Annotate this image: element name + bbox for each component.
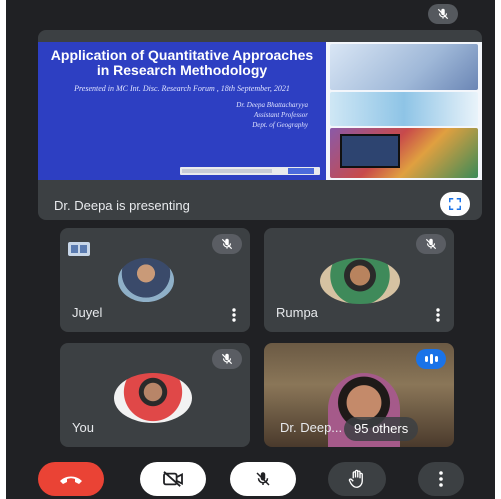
mic-toggle-button[interactable] <box>230 462 296 496</box>
slide-text-panel: Application of Quantitative Approaches i… <box>38 42 326 180</box>
slide-title: Application of Quantitative Approaches i… <box>50 47 314 78</box>
end-call-button[interactable] <box>38 462 104 496</box>
presentation-tile[interactable]: Application of Quantitative Approaches i… <box>38 30 482 220</box>
speaking-indicator <box>416 349 446 369</box>
avatar <box>320 258 400 304</box>
fullscreen-button[interactable] <box>440 192 470 216</box>
more-options-button[interactable] <box>418 462 464 496</box>
shared-slide: Application of Quantitative Approaches i… <box>38 42 482 180</box>
slide-share-bar <box>180 167 320 175</box>
raise-hand-icon <box>348 469 363 488</box>
mic-off-icon <box>221 353 233 365</box>
participant-name: You <box>72 420 94 435</box>
participant-tile-juyel[interactable]: Juyel <box>60 228 250 332</box>
audio-bar <box>434 356 438 362</box>
participant-name: Rumpa <box>276 305 318 320</box>
others-count-badge[interactable]: 95 others <box>344 417 419 441</box>
participant-tile-you[interactable]: You <box>60 343 250 447</box>
fullscreen-icon <box>449 198 461 210</box>
audio-bar <box>424 356 428 362</box>
camera-off-icon <box>163 471 183 487</box>
phone-hangup-icon <box>60 476 82 484</box>
raise-hand-button[interactable] <box>328 462 386 496</box>
participant-name: Juyel <box>72 305 103 320</box>
presenting-label: Dr. Deepa is presenting <box>54 198 190 213</box>
meet-screen: Application of Quantitative Approaches i… <box>6 0 495 499</box>
mic-off-icon <box>425 238 437 250</box>
mic-off-icon <box>437 8 449 20</box>
slide-image-analysis <box>330 44 478 90</box>
slide-author-role: Assistant Professor <box>254 111 308 119</box>
slide-image-map <box>330 128 478 178</box>
avatar <box>118 258 174 302</box>
slide-author-dept: Dept. of Geography <box>252 121 308 129</box>
mic-off-badge <box>212 349 242 369</box>
participant-tile-rumpa[interactable]: Rumpa <box>264 228 454 332</box>
more-vert-icon <box>439 471 443 487</box>
slide-subtitle: Presented in MC Int. Disc. Research Foru… <box>74 84 290 93</box>
top-mic-off-badge <box>428 4 458 24</box>
slide-images <box>326 42 482 180</box>
more-vert-icon[interactable] <box>232 308 236 322</box>
participant-name: Dr. Deep... <box>280 420 343 435</box>
slide-author-name: Dr. Deepa Bhattacharyya <box>236 101 308 109</box>
avatar <box>114 373 192 423</box>
camera-toggle-button[interactable] <box>140 462 206 496</box>
mic-off-icon <box>221 238 233 250</box>
participant-tile-dr-deepa[interactable]: Dr. Deep... 95 others <box>264 343 454 447</box>
slide-author: Dr. Deepa Bhattacharyya Assistant Profes… <box>48 100 316 130</box>
mic-off-icon <box>256 472 270 486</box>
audio-bar <box>429 354 433 364</box>
slide-image-charts <box>330 92 478 126</box>
mic-off-badge <box>212 234 242 254</box>
others-count: 95 others <box>354 421 409 436</box>
more-vert-icon[interactable] <box>436 308 440 322</box>
book-icon <box>68 242 90 256</box>
mic-off-badge <box>416 234 446 254</box>
